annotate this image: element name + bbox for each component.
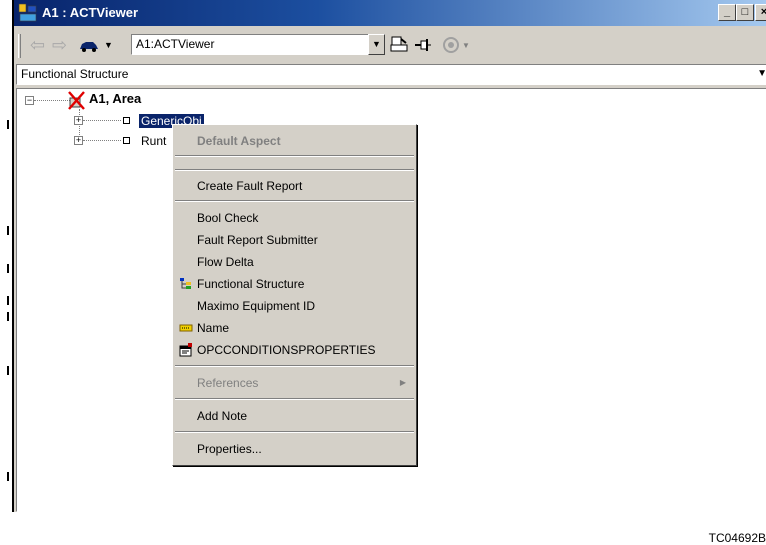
navigation-car-icon[interactable] (78, 39, 100, 53)
close-button[interactable]: × (755, 4, 766, 21)
menu-item-name[interactable]: Name (175, 318, 414, 338)
app-icon (18, 3, 37, 22)
menu-item-create-fault-report[interactable]: Create Fault Report (175, 176, 414, 196)
printer-icon[interactable] (389, 35, 409, 55)
chevron-down-icon[interactable]: ▼ (462, 41, 470, 50)
properties-icon (179, 343, 192, 357)
submenu-arrow-icon: ▶ (399, 378, 406, 387)
overlay-eye-icon[interactable] (442, 35, 460, 55)
menu-item-fault-report-submitter[interactable]: Fault Report Submitter (175, 230, 414, 250)
structure-selector-value: Functional Structure (21, 67, 129, 81)
frame-tick (7, 226, 9, 235)
menu-item-bool-check[interactable]: Bool Check (175, 208, 414, 228)
tree-node-label[interactable]: Runt (141, 134, 166, 148)
menu-item-references[interactable]: References ▶ (175, 373, 414, 393)
tree-connector (83, 120, 121, 121)
address-dropdown-button[interactable]: ▼ (368, 34, 385, 55)
context-menu: Default Aspect Create Fault Report Bool … (172, 124, 417, 466)
arrow-left-icon[interactable]: ⇦ (30, 35, 45, 55)
menu-item-label: Functional Structure (197, 277, 305, 291)
tree-expand-toggle[interactable]: + (74, 116, 83, 125)
menu-item-opcconditionsproperties[interactable]: OPCCONDITIONSPROPERTIES (175, 340, 414, 360)
frame-tick (7, 264, 9, 273)
minimize-button[interactable]: _ (718, 4, 736, 21)
object-error-icon (68, 91, 85, 110)
frame-tick (7, 312, 9, 321)
menu-item-label: References (197, 376, 259, 390)
tree-root-label[interactable]: A1, Area (89, 91, 141, 106)
menu-header-default-aspect: Default Aspect (197, 134, 281, 148)
menu-item-maximo-equipment-id[interactable]: Maximo Equipment ID (175, 296, 414, 316)
title-bar[interactable]: A1 : ACTViewer _ □ × (14, 0, 766, 26)
tree-collapse-toggle[interactable]: − (25, 96, 34, 105)
menu-separator (175, 365, 414, 367)
window-title: A1 : ACTViewer (42, 5, 139, 20)
menu-separator (175, 200, 414, 202)
tree-node-icon (123, 137, 130, 144)
menu-item-flow-delta[interactable]: Flow Delta (175, 252, 414, 272)
outer-frame (0, 0, 12, 512)
menu-separator (175, 155, 414, 157)
menu-item-functional-structure[interactable]: Functional Structure (175, 274, 414, 294)
frame-tick (7, 366, 9, 375)
arrow-right-icon[interactable]: ⇨ (52, 35, 67, 55)
chevron-down-icon[interactable]: ▼ (104, 40, 113, 50)
menu-item-properties[interactable]: Properties... (175, 439, 414, 459)
menu-separator (175, 169, 414, 171)
tree-connector (83, 140, 121, 141)
name-tag-icon (179, 324, 193, 332)
toolbar-grip[interactable] (18, 34, 21, 58)
pin-icon[interactable] (413, 37, 433, 53)
menu-separator (175, 398, 414, 400)
toolbar: ⇦ ⇨ ▼ A1:ACTViewer ▼ ▼ (14, 26, 766, 64)
tree-node-icon (123, 117, 130, 124)
tree-expand-toggle[interactable]: + (74, 136, 83, 145)
menu-item-label: Name (197, 321, 230, 335)
address-field[interactable]: A1:ACTViewer (131, 34, 385, 55)
frame-tick (7, 296, 9, 305)
chevron-down-icon[interactable]: ▼ (757, 68, 766, 79)
frame-tick (7, 472, 9, 481)
tree-connector (34, 100, 70, 101)
frame-tick (7, 120, 9, 129)
maximize-button[interactable]: □ (736, 4, 754, 21)
menu-item-add-note[interactable]: Add Note (175, 406, 414, 426)
menu-item-label: OPCCONDITIONSPROPERTIES (197, 343, 376, 357)
structure-selector[interactable]: Functional Structure ▼ (16, 64, 766, 85)
menu-separator (175, 431, 414, 433)
structure-tree-icon (180, 278, 191, 289)
